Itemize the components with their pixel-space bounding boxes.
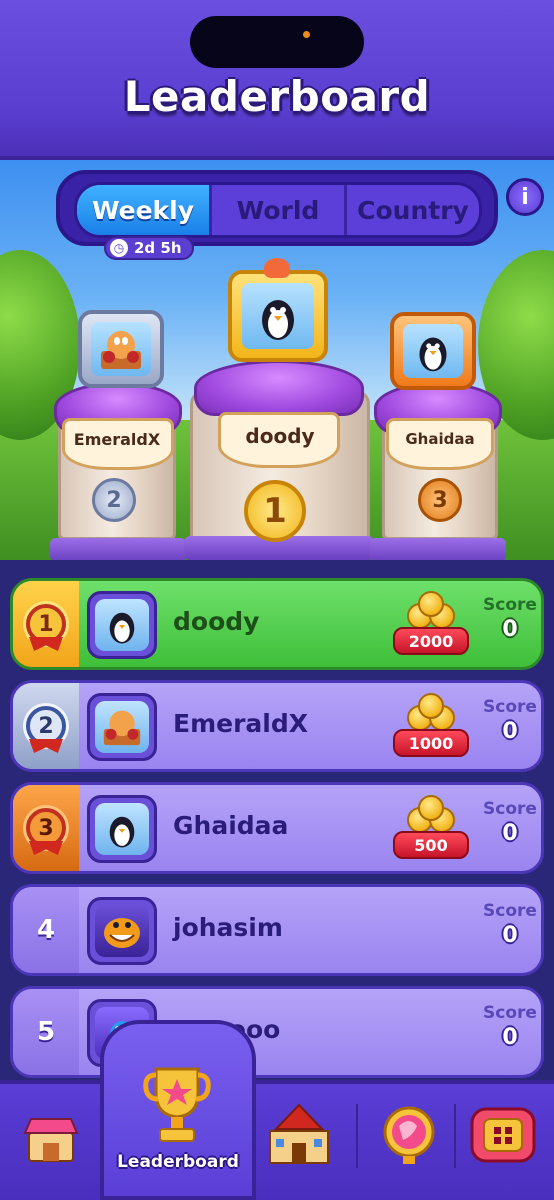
penguin-avatar-icon: [95, 599, 149, 651]
tab-country[interactable]: Country: [347, 185, 479, 235]
info-button[interactable]: i: [506, 178, 544, 216]
penguin-avatar-icon: [402, 323, 464, 379]
leaderboard-row[interactable]: 2 EmeraldX 1000 Score 0: [10, 680, 544, 772]
medal-third-icon: 3: [418, 478, 462, 522]
reward-coins: 2000: [393, 591, 469, 661]
rank-cell: 3: [13, 785, 79, 871]
clock-icon: ◷: [110, 239, 128, 257]
avatar: [87, 693, 157, 761]
avatar: [87, 897, 157, 965]
castle-icon[interactable]: [264, 1100, 334, 1170]
avatar: [87, 795, 157, 863]
coin-pile-icon: [403, 795, 459, 835]
player-name: EmeraldX: [173, 709, 309, 738]
score-label: Score: [483, 1003, 537, 1023]
leaderboard-row[interactable]: 5 Negooo Score 0: [10, 986, 544, 1078]
reward-coins: 500: [393, 795, 469, 865]
score-value: 0: [502, 719, 518, 744]
score-label: Score: [483, 901, 537, 921]
top-bar: Leaderboard: [0, 0, 554, 160]
score-box: Score 0: [479, 595, 541, 642]
chef-avatar-icon: [95, 701, 149, 753]
camera-notch: [190, 16, 364, 68]
leaderboard-row[interactable]: 1 doody 2000 Score 0: [10, 578, 544, 670]
ribbon-icon: [29, 739, 63, 753]
timer-text: 2d 5h: [134, 239, 182, 257]
leaderboard-row[interactable]: 3 Ghaidaa 500 Score 0: [10, 782, 544, 874]
avatar-frame-third: [390, 312, 476, 390]
monster-avatar-icon: [95, 905, 149, 957]
coin-pile-icon: [403, 693, 459, 733]
penguin-avatar-icon: [95, 803, 149, 855]
globe-icon[interactable]: [374, 1100, 444, 1170]
page-title: Leaderboard: [123, 72, 431, 121]
score-box: Score 0: [479, 799, 541, 846]
player-name: Ghaidaa: [173, 811, 289, 840]
score-value: 0: [502, 821, 518, 846]
timer-badge: ◷ 2d 5h: [104, 236, 194, 260]
score-box: Score 0: [479, 901, 541, 948]
rank-cell: 5: [13, 989, 79, 1075]
reward-coins: 1000: [393, 693, 469, 763]
leaderboard-row[interactable]: 4 johasim Score 0: [10, 884, 544, 976]
rank-cell: 1: [13, 581, 79, 667]
ribbon-icon: [29, 637, 63, 651]
chef-avatar-icon: [90, 321, 152, 377]
menu-icon[interactable]: [468, 1100, 538, 1170]
reward-amount: 2000: [393, 627, 469, 655]
score-value: 0: [502, 1025, 518, 1050]
tab-world[interactable]: World: [212, 185, 347, 235]
leaderboard-list: 1 doody 2000 Score 0 2 EmeraldX 1000 Sco…: [0, 560, 554, 1080]
player-name: johasim: [173, 913, 283, 942]
podium-name-first: doody: [245, 424, 315, 448]
coin-pile-icon: [403, 591, 459, 631]
score-label: Score: [483, 799, 537, 819]
player-name: doody: [173, 607, 260, 636]
trophy-icon[interactable]: [140, 1062, 214, 1148]
score-value: 0: [502, 923, 518, 948]
rank-cell: 4: [13, 887, 79, 973]
medal-second-icon: 2: [92, 478, 136, 522]
avatar: [87, 591, 157, 659]
score-value: 0: [502, 617, 518, 642]
podium-scene: Weekly World Country ◷ 2d 5h i EmeraldX …: [0, 160, 554, 560]
podium-name-second: EmeraldX: [73, 430, 161, 449]
score-box: Score 0: [479, 697, 541, 744]
avatar-frame-first: [228, 270, 328, 362]
tab-bar: Weekly World Country: [56, 170, 498, 246]
rank-cell: 2: [13, 683, 79, 769]
score-label: Score: [483, 595, 537, 615]
tab-weekly[interactable]: Weekly: [77, 185, 212, 235]
shop-icon[interactable]: [16, 1104, 86, 1174]
medal-first-icon: 1: [244, 480, 306, 542]
cushion-first: [194, 360, 364, 416]
penguin-avatar-icon: [242, 283, 314, 349]
score-label: Score: [483, 697, 537, 717]
ribbon-icon: [29, 841, 63, 855]
podium-name-third: Ghaidaa: [405, 430, 475, 448]
avatar-frame-second: [78, 310, 164, 388]
reward-amount: 500: [393, 831, 469, 859]
nav-active-label: Leaderboard: [117, 1152, 239, 1172]
reward-amount: 1000: [393, 729, 469, 757]
score-box: Score 0: [479, 1003, 541, 1050]
